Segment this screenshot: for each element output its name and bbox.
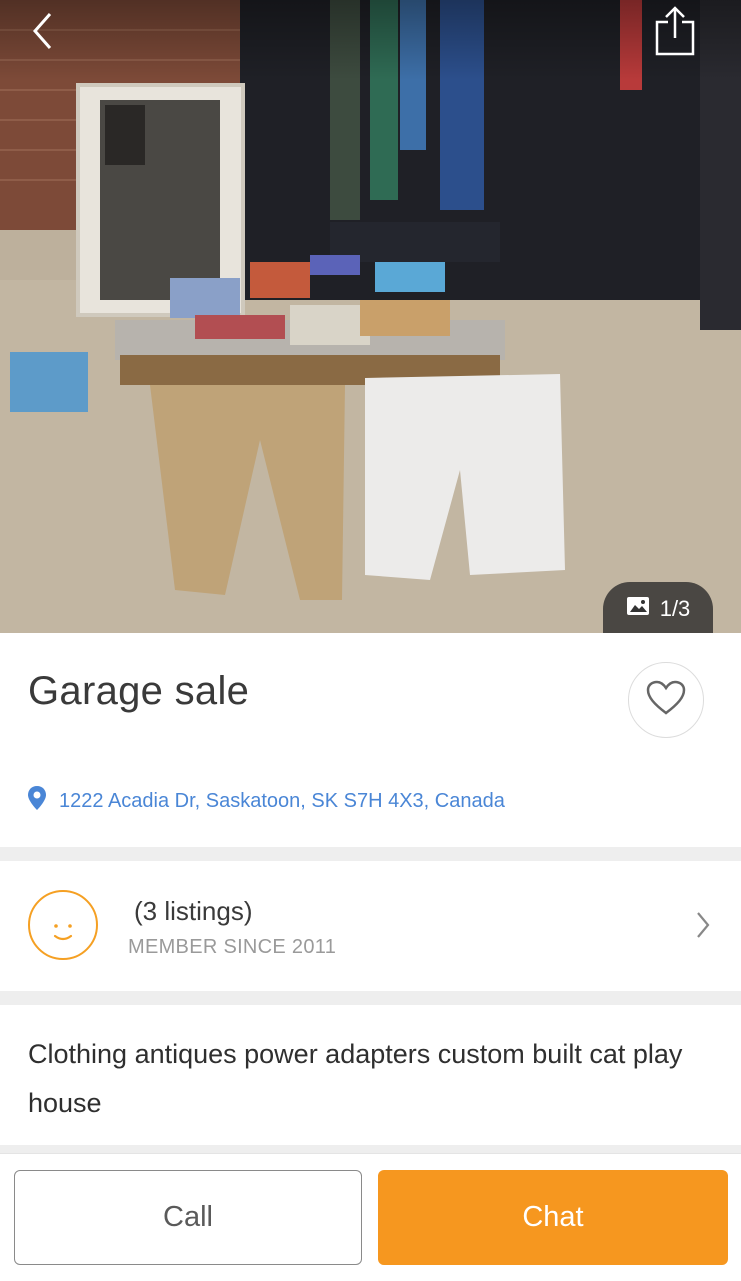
section-divider: [0, 991, 741, 1005]
favorite-button[interactable]: [628, 662, 704, 738]
garage-sale-photo: [0, 0, 741, 633]
chevron-right-icon: [696, 911, 710, 944]
share-button[interactable]: [649, 5, 701, 61]
heart-icon: [646, 680, 686, 721]
image-icon: [626, 596, 650, 622]
chevron-left-icon: [32, 12, 52, 55]
seller-profile-row[interactable]: (3 listings) MEMBER SINCE 2011: [0, 861, 741, 991]
call-button[interactable]: Call: [14, 1170, 362, 1265]
action-bar: Call Chat: [0, 1153, 741, 1281]
smiley-face-icon: [53, 924, 73, 941]
location-link[interactable]: 1222 Acadia Dr, Saskatoon, SK S7H 4X3, C…: [27, 785, 505, 817]
seller-listings-count: (3 listings): [134, 896, 253, 926]
section-divider: [0, 847, 741, 861]
location-text: 1222 Acadia Dr, Saskatoon, SK S7H 4X3, C…: [59, 789, 505, 812]
listing-header: Garage sale 1222 Acadia Dr, Saskatoon, S…: [0, 633, 741, 848]
section-divider: [0, 1145, 741, 1153]
map-pin-icon: [27, 785, 47, 817]
listing-description: Clothing antiques power adapters custom …: [28, 1039, 683, 1118]
back-button[interactable]: [22, 10, 62, 56]
photo-counter-badge[interactable]: 1/3: [603, 582, 713, 633]
chat-button[interactable]: Chat: [378, 1170, 728, 1265]
listing-photo[interactable]: 1/3: [0, 0, 741, 633]
member-since-label: MEMBER SINCE 2011: [128, 936, 337, 958]
listing-title: Garage sale: [28, 669, 250, 713]
share-icon: [654, 5, 696, 61]
photo-counter-text: 1/3: [659, 596, 691, 621]
avatar: [28, 890, 98, 960]
